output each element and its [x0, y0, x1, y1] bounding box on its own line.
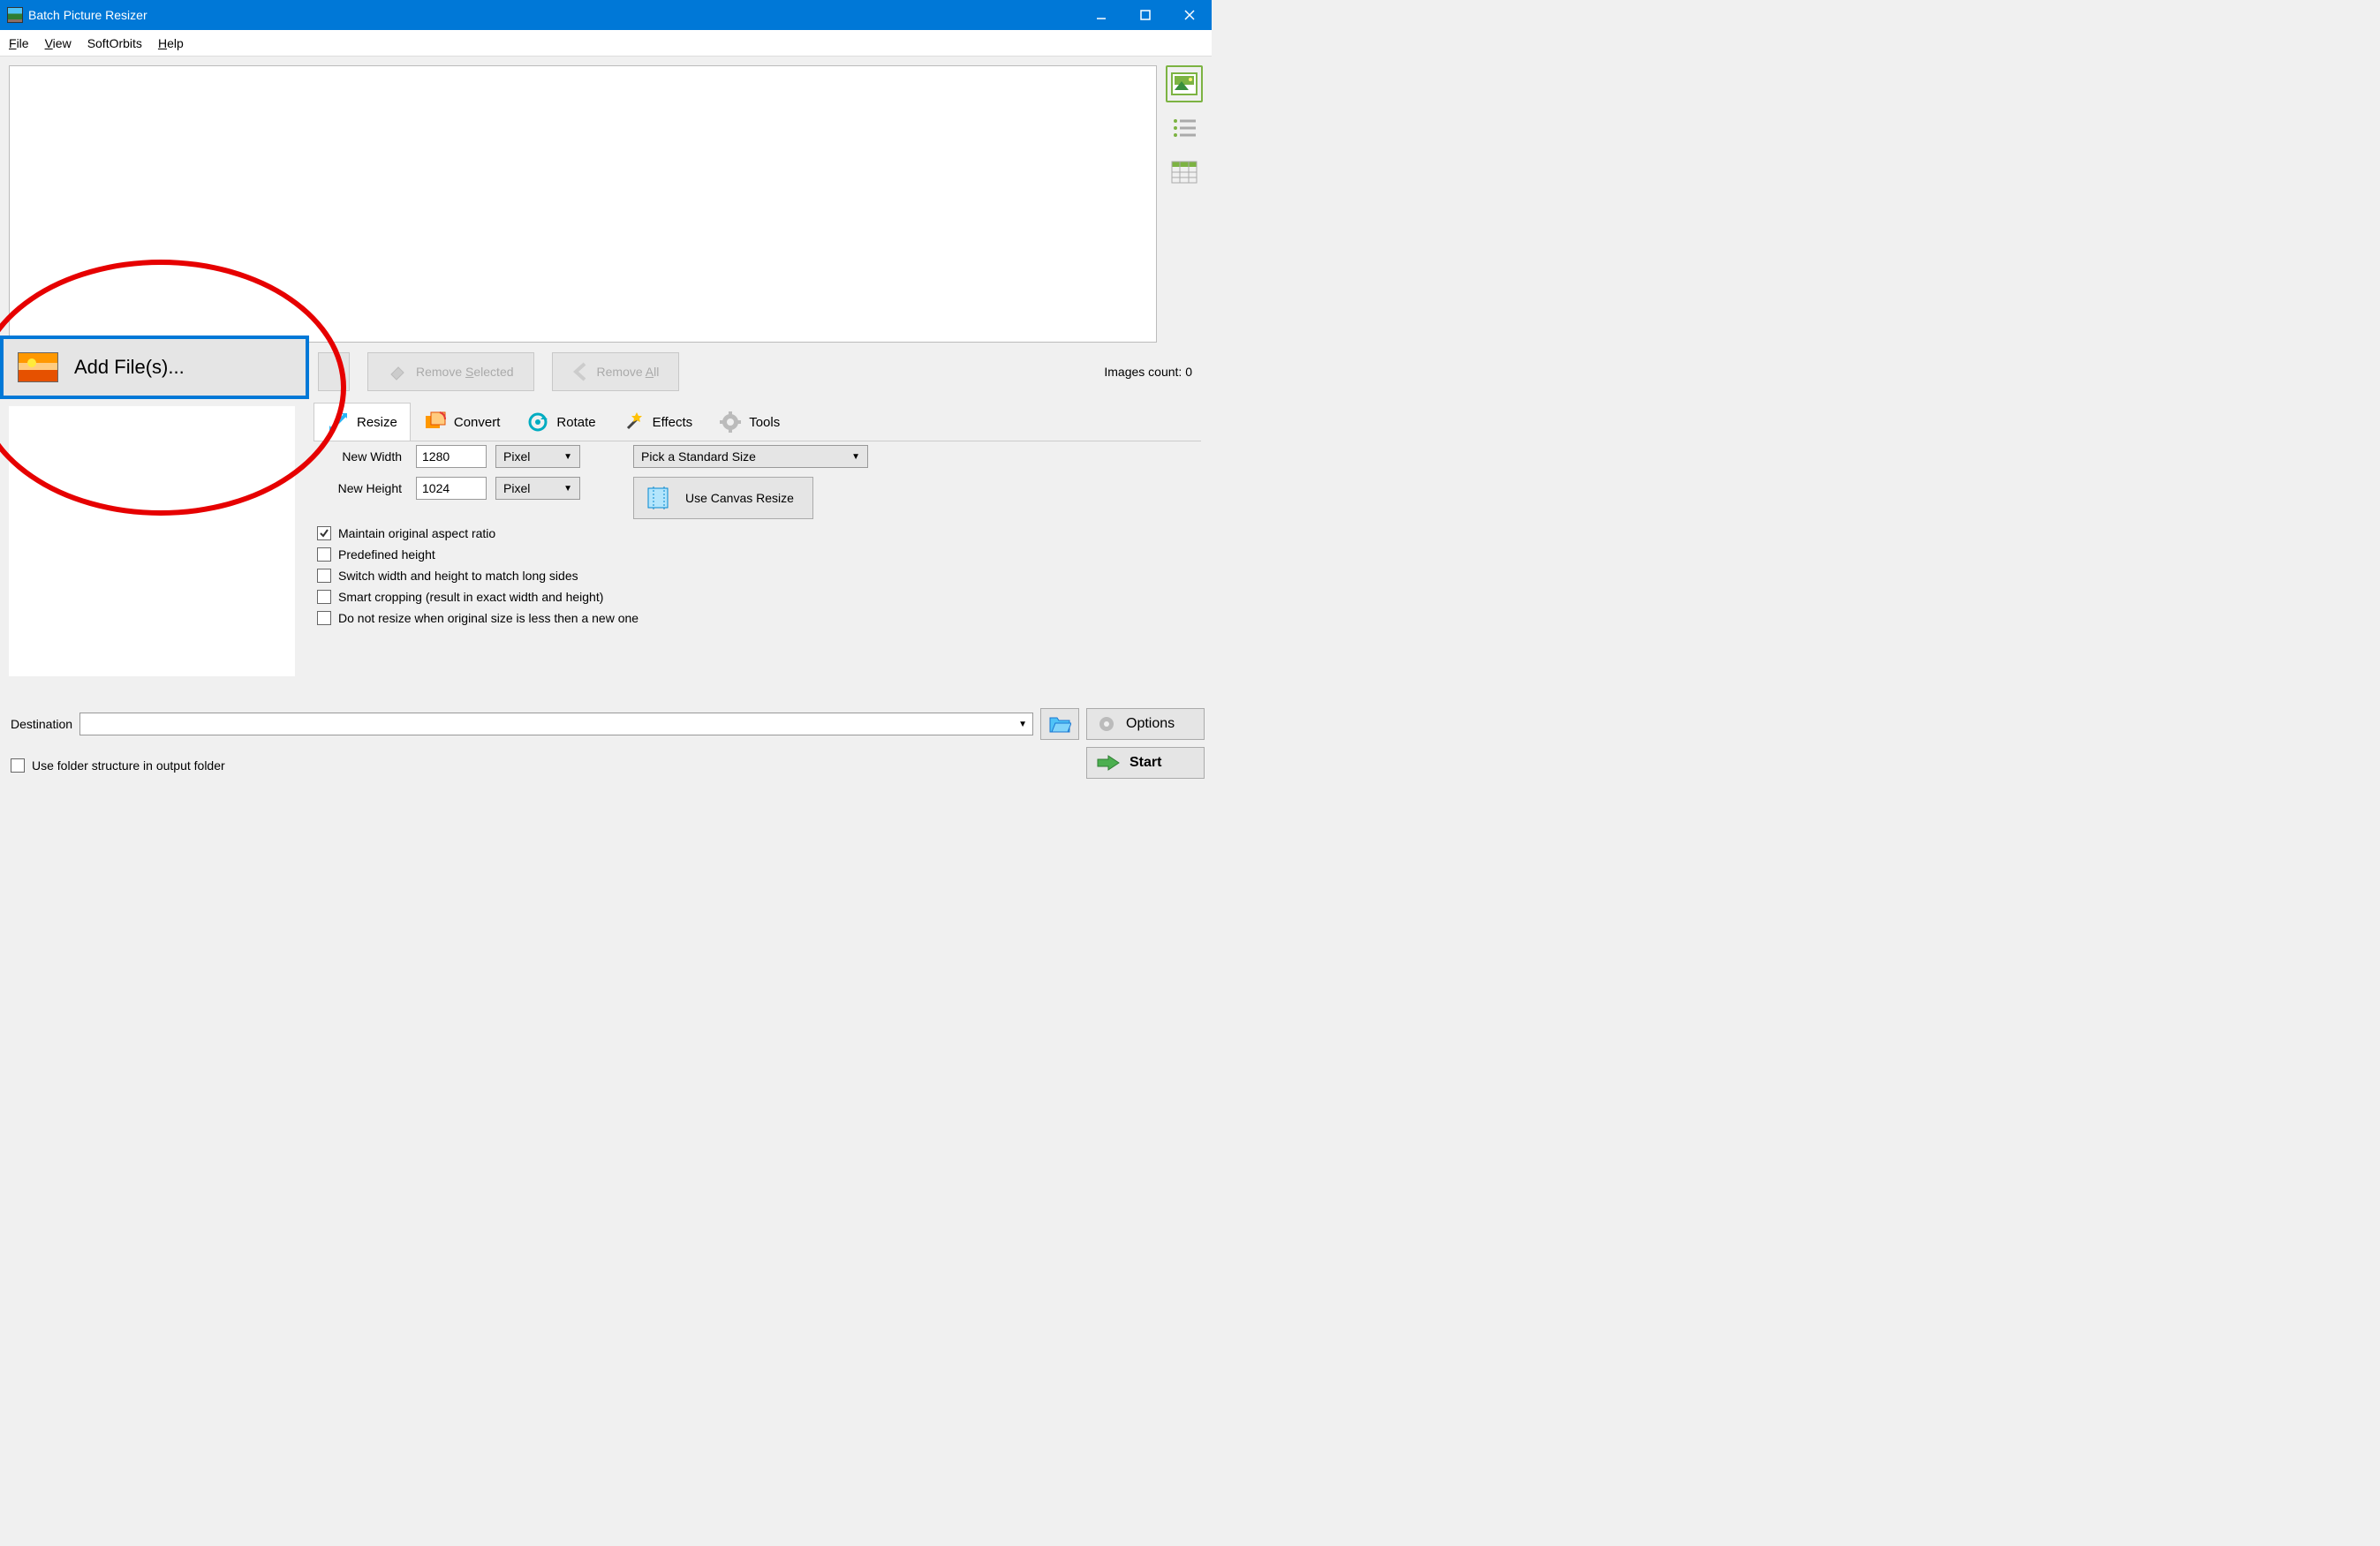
images-count-label: Images count: 0 [1104, 365, 1192, 379]
no-resize-small-checkbox[interactable] [317, 611, 331, 625]
height-unit-combo[interactable]: Pixel▼ [495, 477, 580, 500]
destination-combo[interactable]: ▼ [79, 713, 1033, 735]
predefined-height-label: Predefined height [338, 547, 435, 562]
smart-cropping-checkbox[interactable] [317, 590, 331, 604]
smart-cropping-label: Smart cropping (result in exact width an… [338, 590, 603, 604]
resize-icon [327, 411, 350, 434]
new-width-label: New Width [314, 449, 402, 464]
menu-softorbits[interactable]: SoftOrbits [87, 36, 142, 50]
left-panel-blank [9, 406, 295, 676]
tab-resize[interactable]: Resize [314, 403, 411, 441]
image-preview-pane[interactable] [9, 65, 1157, 343]
new-height-label: New Height [314, 481, 402, 495]
chevron-down-icon: ▼ [851, 452, 860, 462]
use-folder-structure-checkbox[interactable] [11, 758, 25, 773]
menu-view[interactable]: View [45, 36, 72, 50]
tab-effects[interactable]: Effects [609, 403, 706, 441]
effects-icon [623, 411, 646, 434]
destination-label: Destination [11, 717, 72, 731]
options-button[interactable]: Options [1086, 708, 1205, 740]
width-unit-combo[interactable]: Pixel▼ [495, 445, 580, 468]
chevron-down-icon: ▼ [563, 452, 572, 462]
canvas-resize-icon [646, 485, 673, 511]
menu-help[interactable]: Help [158, 36, 184, 50]
tab-effects-label: Effects [653, 415, 693, 430]
view-details-button[interactable] [1166, 154, 1203, 191]
chevron-down-icon: ▼ [563, 484, 572, 494]
gear-icon [1096, 713, 1117, 735]
new-width-input[interactable] [416, 445, 487, 468]
remove-all-button[interactable]: Remove All [552, 352, 680, 391]
use-canvas-resize-button[interactable]: Use Canvas Resize [633, 477, 813, 519]
switch-wh-label: Switch width and height to match long si… [338, 569, 578, 583]
menu-file[interactable]: File [9, 36, 29, 50]
eraser-icon [388, 362, 407, 381]
add-files-label: Add File(s)... [74, 356, 185, 379]
tools-icon [719, 411, 742, 434]
start-arrow-icon [1096, 754, 1121, 772]
remove-all-label: Remove All [597, 365, 660, 379]
new-height-input[interactable] [416, 477, 487, 500]
add-folder-button[interactable] [318, 352, 350, 391]
tab-resize-label: Resize [357, 415, 397, 430]
view-thumbnails-button[interactable] [1166, 65, 1203, 102]
canvas-resize-label: Use Canvas Resize [685, 491, 794, 505]
tab-tools-label: Tools [749, 415, 780, 430]
window-title: Batch Picture Resizer [28, 8, 147, 22]
chevron-down-icon: ▼ [1018, 720, 1027, 729]
folder-open-icon [1048, 714, 1071, 734]
browse-destination-button[interactable] [1040, 708, 1079, 740]
view-list-button[interactable] [1166, 109, 1203, 147]
close-button[interactable] [1167, 0, 1212, 30]
chevron-left-icon [572, 362, 588, 381]
app-icon [7, 7, 23, 23]
tab-convert[interactable]: Convert [411, 403, 514, 441]
start-button[interactable]: Start [1086, 747, 1205, 779]
options-label: Options [1126, 716, 1175, 732]
no-resize-small-label: Do not resize when original size is less… [338, 611, 638, 625]
add-files-button[interactable]: Add File(s)... [0, 336, 309, 399]
remove-selected-button[interactable]: Remove Selected [367, 352, 534, 391]
standard-size-combo[interactable]: Pick a Standard Size▼ [633, 445, 868, 468]
predefined-height-checkbox[interactable] [317, 547, 331, 562]
convert-icon [424, 411, 447, 434]
minimize-button[interactable] [1079, 0, 1123, 30]
remove-selected-label: Remove Selected [416, 365, 514, 379]
rotate-icon [526, 411, 549, 434]
maintain-aspect-checkbox[interactable] [317, 526, 331, 540]
use-folder-structure-label: Use folder structure in output folder [32, 758, 225, 773]
tab-tools[interactable]: Tools [706, 403, 793, 441]
picture-icon [18, 352, 58, 382]
switch-wh-checkbox[interactable] [317, 569, 331, 583]
tab-rotate[interactable]: Rotate [513, 403, 608, 441]
start-label: Start [1130, 755, 1161, 771]
tab-convert-label: Convert [454, 415, 501, 430]
tab-rotate-label: Rotate [556, 415, 595, 430]
maximize-button[interactable] [1123, 0, 1167, 30]
maintain-aspect-label: Maintain original aspect ratio [338, 526, 495, 540]
